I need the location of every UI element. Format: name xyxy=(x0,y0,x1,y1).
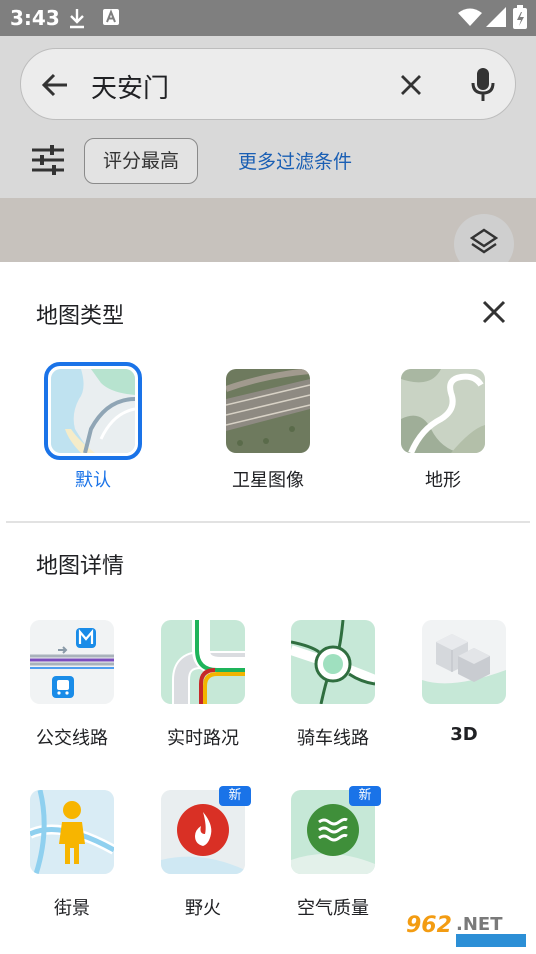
detail-transit[interactable]: 公交线路 xyxy=(12,620,132,750)
status-bar: 3:43 xyxy=(0,0,536,36)
detail-bicycling-label: 骑车线路 xyxy=(297,728,369,749)
watermark-logo: 962 .NET xyxy=(398,906,532,950)
street-view-thumbnail xyxy=(30,790,114,874)
map-type-title: 地图类型 xyxy=(36,304,125,329)
new-badge: 新 xyxy=(219,786,251,806)
svg-text:.NET: .NET xyxy=(456,914,503,935)
map-type-satellite-label: 卫星图像 xyxy=(232,470,304,491)
traffic-thumbnail xyxy=(161,620,245,704)
detail-traffic-label: 实时路况 xyxy=(167,728,239,749)
3d-icon xyxy=(422,620,506,704)
rating-filter-chip[interactable]: 评分最高 xyxy=(84,138,199,184)
close-icon[interactable] xyxy=(472,290,516,334)
detail-air-quality-label: 空气质量 xyxy=(297,898,369,919)
default-map-graphic xyxy=(51,369,135,453)
map-type-satellite[interactable]: 卫星图像 xyxy=(198,362,338,492)
detail-traffic[interactable]: 实时路况 xyxy=(143,620,263,750)
detail-wildfires-label: 野火 xyxy=(185,898,221,919)
detail-3d-label: 3D xyxy=(450,724,478,745)
search-bar[interactable]: 天安门 xyxy=(20,48,516,120)
detail-street-view[interactable]: 街景 xyxy=(12,790,132,920)
detail-transit-label: 公交线路 xyxy=(36,728,108,749)
signal-icon xyxy=(486,7,506,27)
map-type-terrain[interactable]: 地形 xyxy=(373,362,513,492)
traffic-icon xyxy=(161,620,245,704)
pegman-icon xyxy=(30,790,114,874)
map-type-satellite-frame xyxy=(219,362,317,460)
status-time: 3:43 xyxy=(10,6,60,30)
map-details-title: 地图详情 xyxy=(36,554,125,579)
transit-icon xyxy=(30,620,114,704)
layers-icon xyxy=(470,228,498,254)
satellite-thumbnail xyxy=(226,369,310,453)
section-divider xyxy=(6,521,530,523)
detail-bicycling[interactable]: 骑车线路 xyxy=(273,620,393,750)
transit-thumbnail xyxy=(30,620,114,704)
wifi-icon xyxy=(458,8,482,26)
download-icon xyxy=(70,9,84,29)
new-badge: 新 xyxy=(349,786,381,806)
bicycling-icon xyxy=(291,620,375,704)
map-type-default[interactable]: 默认 xyxy=(23,362,163,492)
map-type-default-frame xyxy=(44,362,142,460)
satellite-graphic xyxy=(226,369,310,453)
back-arrow-icon[interactable] xyxy=(41,71,69,99)
detail-3d[interactable]: 3D xyxy=(404,620,524,745)
microphone-icon[interactable] xyxy=(471,67,495,103)
more-filters-link[interactable]: 更多过滤条件 xyxy=(238,147,352,174)
detail-wildfires[interactable]: 新 野火 xyxy=(143,786,263,920)
map-type-terrain-frame xyxy=(394,362,492,460)
bicycling-thumbnail xyxy=(291,620,375,704)
battery-icon xyxy=(513,5,527,29)
clear-icon[interactable] xyxy=(399,73,423,97)
default-map-thumbnail xyxy=(51,369,135,453)
detail-street-view-label: 街景 xyxy=(54,898,90,919)
map-layers-sheet: 地图类型 默认 卫星图像 地形 地图详情 公交线路 实时路况 骑车线路 3D 街… xyxy=(0,262,536,954)
tune-icon[interactable] xyxy=(32,145,64,175)
3d-thumbnail xyxy=(422,620,506,704)
text-notification-icon xyxy=(103,9,119,25)
terrain-graphic xyxy=(401,369,485,453)
filter-row: 评分最高 更多过滤条件 xyxy=(0,135,536,189)
map-type-default-label: 默认 xyxy=(75,470,111,491)
site-watermark: 962 .NET xyxy=(398,906,532,950)
map-type-terrain-label: 地形 xyxy=(425,470,461,491)
svg-text:962: 962 xyxy=(406,913,452,938)
terrain-thumbnail xyxy=(401,369,485,453)
background-app: 3:43 天安门 评分最高 更多过滤条件 xyxy=(0,0,536,262)
detail-air-quality[interactable]: 新 空气质量 xyxy=(273,786,393,920)
search-query[interactable]: 天安门 xyxy=(91,68,169,105)
